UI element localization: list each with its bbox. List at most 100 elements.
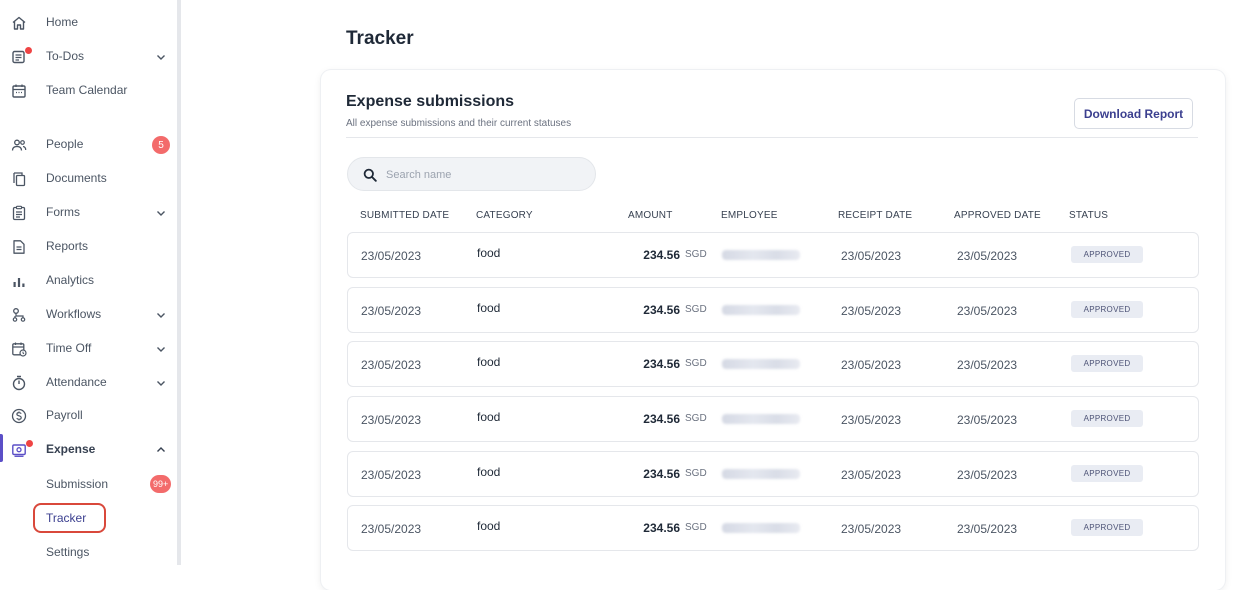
approved-date: 23/05/2023	[957, 249, 1018, 263]
sidebar-item-documents[interactable]: Documents	[0, 166, 178, 192]
sidebar-item-time-off[interactable]: Time Off	[0, 336, 178, 362]
sidebar-item-workflows[interactable]: Workflows	[0, 302, 178, 328]
currency: SGD	[685, 358, 707, 369]
column-header-category[interactable]: CATEGORY	[476, 210, 533, 221]
status-badge: APPROVED	[1071, 355, 1143, 372]
amount: 234.56	[643, 357, 680, 371]
documents-icon	[13, 172, 26, 187]
chevron-down-icon	[157, 211, 165, 216]
table-row[interactable]: 23/05/2023 food 234.56 SGD 23/05/2023 23…	[347, 341, 1199, 387]
status-badge: APPROVED	[1071, 246, 1143, 263]
column-header-employee[interactable]: EMPLOYEE	[721, 210, 778, 221]
sidebar-item-label: Analytics	[46, 273, 95, 287]
analytics-icon	[13, 278, 25, 287]
receipt-date: 23/05/2023	[841, 304, 902, 318]
employee-redacted	[722, 414, 800, 424]
sidebar-subitem-submission[interactable]: Submission	[46, 477, 108, 491]
people-count-badge: 5	[152, 136, 170, 154]
notification-dot	[25, 47, 32, 54]
sidebar-item-home[interactable]: Home	[0, 10, 178, 36]
approved-date: 23/05/2023	[957, 522, 1018, 536]
currency: SGD	[685, 522, 707, 533]
sidebar-subitem-tracker[interactable]: Tracker	[46, 511, 86, 525]
search-field[interactable]	[347, 157, 596, 191]
sidebar-item-label: Time Off	[46, 341, 92, 355]
card-subtitle: All expense submissions and their curren…	[346, 118, 572, 129]
sidebar-item-label: Team Calendar	[46, 83, 128, 97]
table-row[interactable]: 23/05/2023 food 234.56 SGD 23/05/2023 23…	[347, 451, 1199, 497]
workflows-icon	[12, 308, 26, 322]
expense-icon	[12, 444, 26, 457]
receipt-date: 23/05/2023	[841, 522, 902, 536]
table-row[interactable]: 23/05/2023 food 234.56 SGD 23/05/2023 23…	[347, 505, 1199, 551]
sidebar-item-attendance[interactable]: Attendance	[0, 370, 178, 396]
people-icon	[11, 139, 27, 151]
sidebar-item-todos[interactable]: To-Dos	[0, 44, 178, 70]
sidebar-item-payroll[interactable]: Payroll	[0, 403, 178, 429]
sidebar-item-label: Home	[46, 15, 79, 29]
chevron-down-icon	[157, 381, 165, 386]
receipt-date: 23/05/2023	[841, 468, 902, 482]
amount: 234.56	[643, 303, 680, 317]
column-header-approved-date[interactable]: APPROVED DATE	[954, 210, 1041, 221]
card-divider	[346, 137, 1198, 138]
sidebar-subitem-settings[interactable]: Settings	[46, 545, 89, 559]
column-header-receipt-date[interactable]: RECEIPT DATE	[838, 210, 912, 221]
status-badge: APPROVED	[1071, 301, 1143, 318]
sidebar-item-label: Documents	[46, 171, 107, 185]
reports-icon	[13, 240, 25, 254]
chevron-down-icon	[157, 347, 165, 352]
download-report-button[interactable]: Download Report	[1074, 98, 1193, 129]
forms-icon	[12, 205, 26, 221]
amount: 234.56	[643, 521, 680, 535]
sidebar-item-forms[interactable]: Forms	[0, 200, 178, 226]
time-off-icon	[12, 342, 27, 357]
chevron-down-icon	[157, 55, 165, 60]
submission-count-badge: 99+	[150, 475, 172, 493]
table-row[interactable]: 23/05/2023 food 234.56 SGD 23/05/2023 23…	[347, 287, 1199, 333]
chevron-up-icon	[157, 447, 165, 452]
amount: 234.56	[643, 248, 680, 262]
amount: 234.56	[643, 467, 680, 481]
chevron-down-icon	[157, 313, 165, 318]
employee-redacted	[722, 305, 800, 315]
sidebar-item-label: People	[46, 137, 84, 151]
currency: SGD	[685, 468, 707, 479]
sidebar-item-reports[interactable]: Reports	[0, 234, 178, 260]
sidebar-item-team-calendar[interactable]: Team Calendar	[0, 78, 178, 104]
currency: SGD	[685, 304, 707, 315]
employee-redacted	[722, 523, 800, 533]
sidebar-item-label: Attendance	[46, 375, 107, 389]
sidebar: Home To-Dos Team Calendar People 5 Docum…	[0, 0, 178, 565]
notification-dot	[26, 440, 33, 447]
status-badge: APPROVED	[1071, 410, 1143, 427]
calendar-icon	[12, 84, 26, 98]
card-title: Expense submissions	[346, 93, 515, 110]
search-icon	[363, 168, 377, 182]
receipt-date: 23/05/2023	[841, 249, 902, 263]
sidebar-item-label: Workflows	[46, 307, 102, 321]
sidebar-item-label: Reports	[46, 239, 89, 253]
amount: 234.56	[643, 412, 680, 426]
employee-redacted	[722, 359, 800, 369]
dollar-icon	[11, 408, 27, 424]
column-header-status[interactable]: STATUS	[1069, 210, 1108, 221]
employee-redacted	[722, 250, 800, 260]
sidebar-item-people[interactable]: People 5	[0, 132, 178, 158]
home-icon	[12, 16, 26, 30]
status-badge: APPROVED	[1071, 465, 1143, 482]
column-header-submitted-date[interactable]: SUBMITTED DATE	[360, 210, 449, 221]
sidebar-item-label: Payroll	[46, 408, 83, 422]
search-input[interactable]	[384, 166, 584, 184]
sidebar-item-expense[interactable]: Expense	[0, 437, 178, 463]
status-badge: APPROVED	[1071, 519, 1143, 536]
currency: SGD	[685, 413, 707, 424]
receipt-date: 23/05/2023	[841, 358, 902, 372]
table-row[interactable]: 23/05/2023 food 234.56 SGD 23/05/2023 23…	[347, 232, 1199, 278]
table-row[interactable]: 23/05/2023 food 234.56 SGD 23/05/2023 23…	[347, 396, 1199, 442]
sidebar-item-analytics[interactable]: Analytics	[0, 268, 178, 294]
sidebar-item-label: Forms	[46, 205, 80, 219]
approved-date: 23/05/2023	[957, 304, 1018, 318]
column-header-amount[interactable]: AMOUNT	[628, 210, 673, 221]
approved-date: 23/05/2023	[957, 358, 1018, 372]
